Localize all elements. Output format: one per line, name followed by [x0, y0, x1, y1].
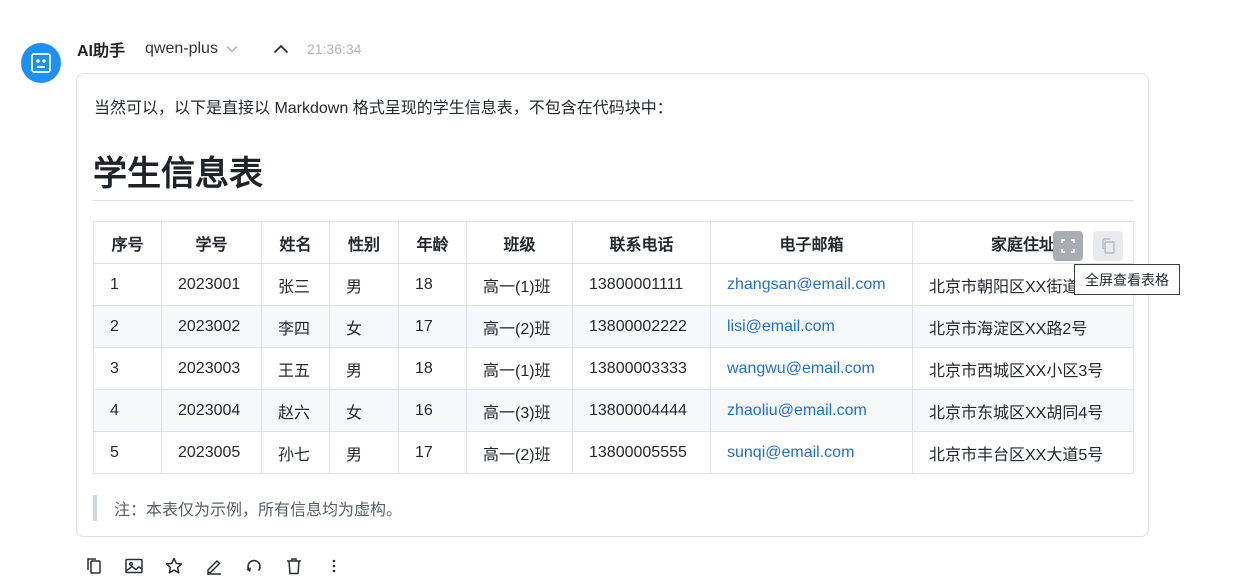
table-header-cell: 序号 [93, 221, 162, 264]
title-divider [93, 200, 1134, 201]
email-link[interactable]: lisi@email.com [710, 305, 913, 348]
table-cell: 18 [398, 347, 467, 390]
more-button[interactable] [324, 556, 344, 576]
table-header-cell: 电子邮箱 [710, 221, 913, 264]
email-link[interactable]: zhangsan@email.com [710, 263, 913, 306]
table-cell: 男 [329, 347, 399, 390]
table-cell: 2023004 [161, 389, 262, 432]
table-cell: 13800001111 [572, 263, 711, 306]
table-header-cell: 性别 [329, 221, 399, 264]
message-actions [84, 556, 364, 576]
table-cell: 2023001 [161, 263, 262, 306]
table-cell: 13800003333 [572, 347, 711, 390]
table-cell: 13800005555 [572, 431, 711, 474]
table-row: 3 2023003 王五 男 18 高一(1)班 13800003333 wan… [93, 347, 1134, 390]
table-toolbar [1053, 231, 1123, 261]
table-title: 学生信息表 [93, 155, 263, 193]
table-cell: 李四 [261, 305, 330, 348]
regenerate-button[interactable] [244, 556, 264, 576]
fullscreen-tooltip: 全屏查看表格 [1074, 264, 1180, 295]
table-cell: 男 [329, 263, 399, 306]
table-header-cell: 班级 [466, 221, 573, 264]
image-icon [125, 558, 143, 574]
table-cell: 高一(3)班 [466, 389, 573, 432]
edit-icon [207, 559, 221, 575]
table-cell: 17 [398, 305, 467, 348]
model-name: qwen-plus [145, 40, 218, 57]
sender-name: AI助手 [77, 43, 126, 60]
table-cell: 王五 [261, 347, 330, 390]
table-header-row: 序号 学号 姓名 性别 年龄 班级 联系电话 电子邮箱 家庭住址 [93, 221, 1134, 264]
delete-button[interactable] [284, 556, 304, 576]
table-cell: 高一(2)班 [466, 305, 573, 348]
table-cell: 高一(1)班 [466, 263, 573, 306]
table-cell: 张三 [261, 263, 330, 306]
favorite-button[interactable] [164, 556, 184, 576]
edit-button[interactable] [204, 556, 224, 576]
table-cell: 高一(1)班 [466, 347, 573, 390]
table-cell: 16 [398, 389, 467, 432]
table-cell: 男 [329, 431, 399, 474]
table-cell: 3 [93, 347, 162, 390]
table-cell: 4 [93, 389, 162, 432]
chevron-up-icon [273, 44, 289, 54]
more-icon [332, 559, 336, 573]
copy-icon [1102, 238, 1115, 254]
message-timestamp: 21:36:34 [306, 41, 362, 57]
intro-text: 当然可以，以下是直接以 Markdown 格式呈现的学生信息表，不包含在代码块中… [94, 100, 673, 117]
chevron-down-icon [226, 45, 238, 53]
table-cell: 5 [93, 431, 162, 474]
table-cell: 13800004444 [572, 389, 711, 432]
email-link[interactable]: sunqi@email.com [710, 431, 913, 474]
fullscreen-icon [1061, 239, 1075, 253]
trash-icon [287, 558, 301, 575]
assistant-avatar [21, 43, 61, 83]
copy-table-button[interactable] [1093, 231, 1123, 261]
table-header-cell: 学号 [161, 221, 262, 264]
fullscreen-button[interactable] [1053, 231, 1083, 261]
message-bubble: 当然可以，以下是直接以 Markdown 格式呈现的学生信息表，不包含在代码块中… [76, 73, 1180, 537]
table-cell: 2 [93, 305, 162, 348]
table-cell: 2023002 [161, 305, 262, 348]
table-row: 4 2023004 赵六 女 16 高一(3)班 13800004444 zha… [93, 389, 1134, 432]
table-cell: 赵六 [261, 389, 330, 432]
table-header-cell: 年龄 [398, 221, 467, 264]
table-cell: 1 [93, 263, 162, 306]
star-icon [165, 557, 183, 574]
table-cell: 北京市海淀区XX路2号 [912, 305, 1134, 348]
message-header: AI助手 qwen-plus 21:36:34 [77, 37, 361, 61]
table-header-cell: 联系电话 [572, 221, 711, 264]
student-table: 序号 学号 姓名 性别 年龄 班级 联系电话 电子邮箱 家庭住址 1 20230… [93, 221, 1134, 474]
table-row: 2 2023002 李四 女 17 高一(2)班 13800002222 lis… [93, 305, 1134, 348]
email-link[interactable]: zhaoliu@email.com [710, 389, 913, 432]
table-cell: 北京市丰台区XX大道5号 [912, 431, 1134, 474]
copy-button[interactable] [84, 556, 104, 576]
collapse-button[interactable] [273, 44, 289, 54]
table-row: 5 2023005 孙七 男 17 高一(2)班 13800005555 sun… [93, 431, 1134, 474]
model-selector[interactable]: qwen-plus [145, 40, 238, 58]
table-cell: 2023005 [161, 431, 262, 474]
note-blockquote: 注：本表仅为示例，所有信息均为虚构。 [93, 495, 402, 521]
table-row: 1 2023001 张三 男 18 高一(1)班 13800001111 zha… [93, 263, 1134, 306]
table-cell: 17 [398, 431, 467, 474]
regenerate-icon [246, 559, 261, 573]
table-cell: 女 [329, 305, 399, 348]
table-cell: 高一(2)班 [466, 431, 573, 474]
table-cell: 孙七 [261, 431, 330, 474]
table-cell: 2023003 [161, 347, 262, 390]
table-cell: 北京市东城区XX胡同4号 [912, 389, 1134, 432]
robot-icon [31, 53, 51, 73]
table-cell: 18 [398, 263, 467, 306]
table-cell: 13800002222 [572, 305, 711, 348]
table-cell: 北京市西城区XX小区3号 [912, 347, 1134, 390]
copy-icon [87, 558, 101, 574]
table-cell: 女 [329, 389, 399, 432]
table-header-cell: 姓名 [261, 221, 330, 264]
email-link[interactable]: wangwu@email.com [710, 347, 913, 390]
image-button[interactable] [124, 556, 144, 576]
